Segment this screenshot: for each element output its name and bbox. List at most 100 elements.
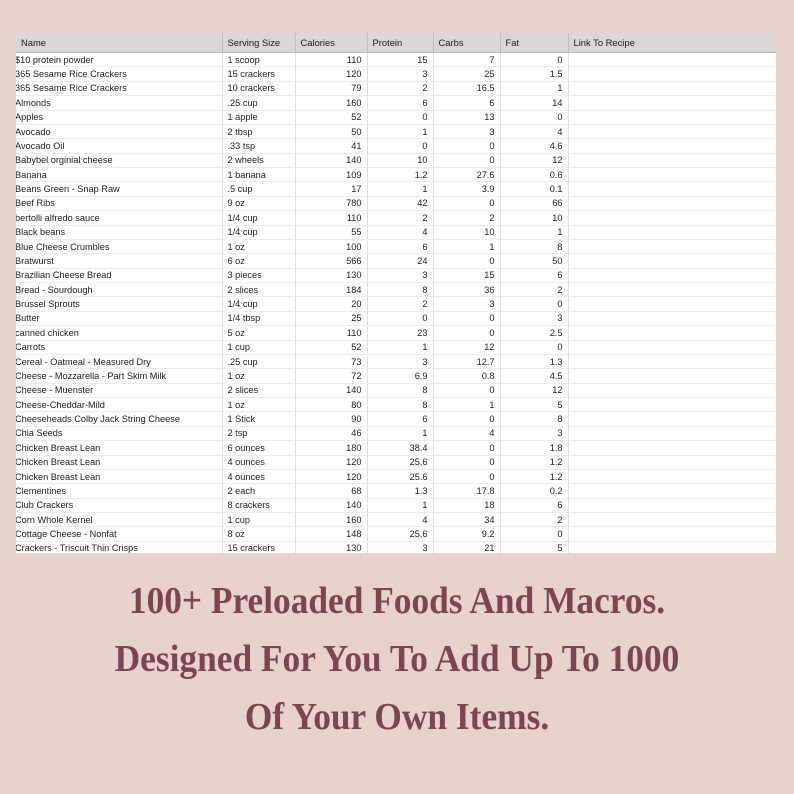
- cell-name[interactable]: Chicken Breast Lean: [16, 440, 223, 456]
- cell-name[interactable]: Brussel Sprouts: [16, 296, 223, 312]
- cell-serving-size[interactable]: 4 ounces: [222, 455, 296, 470]
- cell-protein[interactable]: 25.6: [367, 469, 434, 485]
- cell-fat[interactable]: 3: [500, 426, 569, 442]
- cell-link-to-recipe[interactable]: [568, 455, 776, 470]
- cell-fat[interactable]: 6: [500, 498, 569, 514]
- cell-carbs[interactable]: 21: [433, 541, 501, 553]
- cell-protein[interactable]: 6.9: [367, 368, 434, 384]
- cell-protein[interactable]: 23: [367, 325, 434, 341]
- cell-carbs[interactable]: 7: [433, 52, 501, 68]
- cell-fat[interactable]: 0.6: [500, 167, 569, 183]
- cell-carbs[interactable]: 0: [433, 196, 501, 212]
- cell-name[interactable]: Almonds: [16, 95, 223, 111]
- table-row[interactable]: bertolli alfredo sauce 1/4 cup 110 2 2 10: [16, 210, 776, 226]
- cell-protein[interactable]: 8: [367, 383, 434, 399]
- cell-serving-size[interactable]: 1/4 cup: [222, 225, 296, 240]
- cell-serving-size[interactable]: 1 banana: [222, 167, 296, 183]
- cell-serving-size[interactable]: 6 ounces: [222, 440, 296, 456]
- cell-protein[interactable]: 3: [367, 354, 434, 370]
- cell-carbs[interactable]: 1: [433, 397, 501, 413]
- table-row[interactable]: Bread - Sourdough 2 slices 184 8 36 2: [16, 282, 776, 298]
- cell-fat[interactable]: 2: [500, 512, 569, 528]
- cell-protein[interactable]: 2: [367, 81, 434, 97]
- cell-link-to-recipe[interactable]: [568, 210, 776, 226]
- cell-protein[interactable]: 6: [367, 95, 434, 111]
- cell-fat[interactable]: 1.5: [500, 66, 569, 82]
- cell-carbs[interactable]: 3: [433, 124, 501, 140]
- cell-link-to-recipe[interactable]: [568, 541, 776, 553]
- cell-link-to-recipe[interactable]: [568, 325, 776, 341]
- cell-link-to-recipe[interactable]: [568, 498, 776, 514]
- cell-name[interactable]: Beans Green - Snap Raw: [16, 181, 223, 197]
- table-row[interactable]: $10 protein powder 1 scoop 110 15 7 0: [16, 52, 776, 68]
- cell-protein[interactable]: 1: [367, 340, 434, 355]
- cell-protein[interactable]: 1: [367, 181, 434, 197]
- cell-fat[interactable]: 1.8: [500, 440, 569, 456]
- cell-fat[interactable]: 1: [500, 81, 569, 97]
- cell-name[interactable]: Crackers - Triscuit Thin Crisps: [16, 541, 223, 553]
- cell-link-to-recipe[interactable]: [568, 239, 776, 255]
- cell-carbs[interactable]: 34: [433, 512, 501, 528]
- table-row[interactable]: Banana 1 banana 109 1.2 27.6 0.6: [16, 167, 776, 183]
- cell-fat[interactable]: 0.1: [500, 181, 569, 197]
- cell-link-to-recipe[interactable]: [568, 124, 776, 140]
- cell-calories[interactable]: 73: [295, 354, 368, 370]
- cell-fat[interactable]: 66: [500, 196, 569, 212]
- cell-carbs[interactable]: 36: [433, 282, 501, 298]
- cell-fat[interactable]: 6: [500, 268, 569, 284]
- cell-carbs[interactable]: 6: [433, 95, 501, 111]
- cell-protein[interactable]: 3: [367, 66, 434, 82]
- cell-link-to-recipe[interactable]: [568, 397, 776, 413]
- cell-carbs[interactable]: 0: [433, 138, 501, 154]
- cell-protein[interactable]: 2: [367, 296, 434, 312]
- cell-link-to-recipe[interactable]: [568, 52, 776, 68]
- cell-serving-size[interactable]: 2 wheels: [222, 153, 296, 169]
- cell-name[interactable]: Cheese - Mozzarella - Part Skim Milk: [16, 368, 223, 384]
- cell-protein[interactable]: 4: [367, 225, 434, 240]
- cell-name[interactable]: Beef Ribs: [16, 196, 223, 212]
- cell-calories[interactable]: 160: [295, 95, 368, 111]
- cell-protein[interactable]: 2: [367, 210, 434, 226]
- column-header-serving-size[interactable]: Serving Size: [222, 33, 296, 53]
- cell-fat[interactable]: 8: [500, 411, 569, 427]
- cell-name[interactable]: Chia Seeds: [16, 426, 223, 442]
- cell-serving-size[interactable]: 3 pieces: [222, 268, 296, 284]
- cell-serving-size[interactable]: 2 slices: [222, 282, 296, 298]
- cell-name[interactable]: Cheese - Muenster: [16, 383, 223, 399]
- cell-protein[interactable]: 0: [367, 110, 434, 125]
- cell-calories[interactable]: 52: [295, 340, 368, 355]
- cell-calories[interactable]: 120: [295, 469, 368, 485]
- column-header-protein[interactable]: Protein: [367, 33, 434, 53]
- cell-calories[interactable]: 780: [295, 196, 368, 212]
- cell-calories[interactable]: 20: [295, 296, 368, 312]
- cell-carbs[interactable]: 0: [433, 469, 501, 485]
- cell-name[interactable]: Babybel orginial cheese: [16, 153, 223, 169]
- cell-fat[interactable]: 0: [500, 110, 569, 125]
- cell-carbs[interactable]: 0: [433, 455, 501, 470]
- cell-calories[interactable]: 41: [295, 138, 368, 154]
- cell-fat[interactable]: 0.2: [500, 483, 569, 499]
- cell-protein[interactable]: 0: [367, 311, 434, 327]
- cell-fat[interactable]: 0: [500, 296, 569, 312]
- column-header-name[interactable]: Name: [16, 33, 223, 53]
- cell-fat[interactable]: 3: [500, 311, 569, 327]
- cell-name[interactable]: Avocado: [16, 124, 223, 140]
- cell-serving-size[interactable]: 2 tsp: [222, 426, 296, 442]
- cell-calories[interactable]: 80: [295, 397, 368, 413]
- table-row[interactable]: Chia Seeds 2 tsp 46 1 4 3: [16, 426, 776, 442]
- cell-name[interactable]: 365 Sesame Rice Crackers: [16, 66, 223, 82]
- table-row[interactable]: Club Crackers 8 crackers 140 1 18 6: [16, 498, 776, 514]
- cell-calories[interactable]: 25: [295, 311, 368, 327]
- cell-link-to-recipe[interactable]: [568, 512, 776, 528]
- cell-serving-size[interactable]: 1 Stick: [222, 411, 296, 427]
- cell-serving-size[interactable]: .33 tsp: [222, 138, 296, 154]
- cell-link-to-recipe[interactable]: [568, 311, 776, 327]
- cell-carbs[interactable]: 27.6: [433, 167, 501, 183]
- cell-carbs[interactable]: 13: [433, 110, 501, 125]
- cell-serving-size[interactable]: 1/4 cup: [222, 210, 296, 226]
- cell-name[interactable]: Cheese-Cheddar-Mild: [16, 397, 223, 413]
- cell-name[interactable]: Avocado Oil: [16, 138, 223, 154]
- cell-protein[interactable]: 3: [367, 268, 434, 284]
- cell-calories[interactable]: 110: [295, 210, 368, 226]
- cell-name[interactable]: Cheeseheads Colby Jack String Cheese: [16, 411, 223, 427]
